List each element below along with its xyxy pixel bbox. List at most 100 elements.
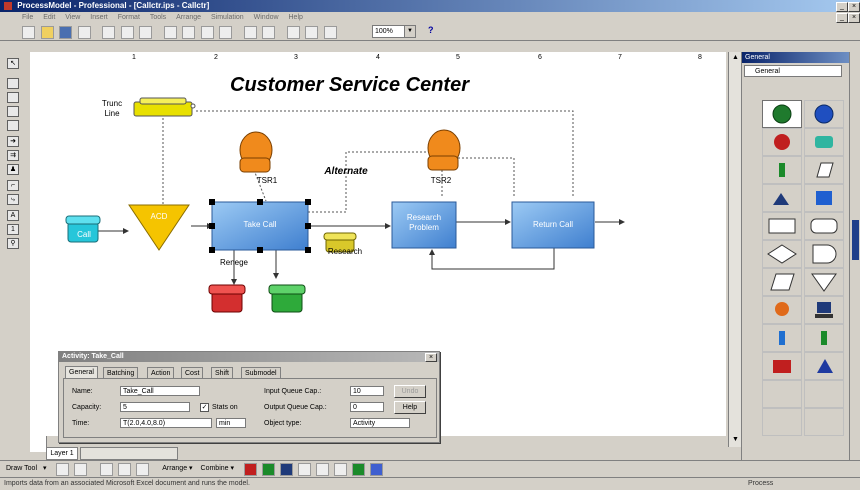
close-button[interactable]: × <box>848 2 860 12</box>
time-field[interactable]: T(2.0,4.0,8.0) <box>120 418 212 428</box>
zoom-tool-icon[interactable] <box>323 26 337 39</box>
palette-rectangle[interactable] <box>762 212 802 240</box>
paste-icon[interactable] <box>200 26 214 39</box>
fill-color-icon[interactable] <box>243 463 257 476</box>
palette-empty-2[interactable] <box>804 380 844 408</box>
palette-selector[interactable]: General <box>744 65 842 77</box>
palette-green-person[interactable] <box>762 156 802 184</box>
help-button[interactable]: Help <box>394 401 426 414</box>
tsr1-person-icon[interactable] <box>239 131 273 173</box>
time-unit-select[interactable]: min <box>216 418 246 428</box>
dock-tab-indicator[interactable] <box>852 220 859 260</box>
palette-parallelogram[interactable] <box>762 268 802 296</box>
connector-icon[interactable] <box>286 26 300 39</box>
menu-help[interactable]: Help <box>289 14 303 21</box>
palette-group-red[interactable] <box>762 352 802 380</box>
frame-tool-icon[interactable] <box>7 120 19 131</box>
trunk-line-icon[interactable] <box>133 97 196 117</box>
palette-operator[interactable] <box>762 296 802 324</box>
palette-parallelogram-doc[interactable] <box>804 156 844 184</box>
redo-icon[interactable] <box>262 26 276 39</box>
menu-insert[interactable]: Insert <box>90 14 108 21</box>
line-color-icon[interactable] <box>261 463 275 476</box>
cut-icon[interactable] <box>163 26 177 39</box>
format-painter-icon[interactable] <box>219 26 233 39</box>
arrange-menu[interactable]: Arrange <box>162 465 187 472</box>
align-right-icon[interactable] <box>136 463 150 476</box>
palette-teal-tag[interactable] <box>804 128 844 156</box>
box-tool-icon[interactable] <box>7 106 19 117</box>
scroll-down-icon[interactable]: ▼ <box>731 436 740 445</box>
connect-tool-icon[interactable]: ⌐ <box>7 180 19 191</box>
zoom-dropdown-icon[interactable]: ▼ <box>404 25 416 38</box>
capacity-field[interactable]: 5 <box>120 402 190 412</box>
output-queue-field[interactable]: 0 <box>350 402 384 412</box>
align-center-icon[interactable] <box>118 463 132 476</box>
palette-blue-box[interactable] <box>804 184 844 212</box>
text-tool-icon[interactable]: A <box>7 210 19 221</box>
font-color-icon[interactable] <box>279 463 293 476</box>
undo-icon[interactable] <box>243 26 257 39</box>
undo-button[interactable]: Undo <box>394 385 426 398</box>
palette-forklift[interactable] <box>762 184 802 212</box>
3d-style-icon[interactable] <box>369 463 383 476</box>
horizontal-scrollbar[interactable] <box>80 447 178 460</box>
pointer-tool-icon[interactable]: ↖ <box>7 58 19 69</box>
palette-empty-3[interactable] <box>762 408 802 436</box>
combine-menu[interactable]: Combine <box>201 465 229 472</box>
diagram-title[interactable]: Customer Service Center <box>230 74 469 97</box>
arrow-tool-icon[interactable]: ➜ <box>7 136 19 147</box>
palette-red-sphere[interactable] <box>762 128 802 156</box>
tsr2-person-icon[interactable] <box>427 129 461 171</box>
help-icon[interactable]: ? <box>428 25 438 36</box>
save-icon[interactable] <box>59 26 73 39</box>
dialog-close-button[interactable]: × <box>425 353 437 362</box>
scroll-up-icon[interactable]: ▲ <box>731 54 740 63</box>
spell-check-icon[interactable] <box>139 26 153 39</box>
magnify-tool-icon[interactable]: ⚲ <box>7 238 19 249</box>
new-icon[interactable] <box>22 26 35 39</box>
curve-tool-icon[interactable]: ⤷ <box>7 194 19 205</box>
rotate-icon[interactable] <box>74 463 88 476</box>
menu-arrange[interactable]: Arrange <box>176 14 201 21</box>
menu-window[interactable]: Window <box>254 14 279 21</box>
counter-tool-icon[interactable]: 1 <box>7 224 19 235</box>
rectangle-tool-icon[interactable] <box>7 78 19 89</box>
palette-green-walker[interactable] <box>804 324 844 352</box>
menu-view[interactable]: View <box>65 14 80 21</box>
print-preview-icon[interactable] <box>120 26 134 39</box>
menu-file[interactable]: File <box>22 14 33 21</box>
stats-on-checkbox[interactable]: ✓ <box>200 403 209 412</box>
palette-green-sphere[interactable] <box>762 100 802 128</box>
menu-edit[interactable]: Edit <box>43 14 55 21</box>
select-pointer-icon[interactable] <box>56 463 70 476</box>
vertical-scrollbar[interactable]: ▲ ▼ <box>728 52 742 447</box>
palette-rounded-rect[interactable] <box>804 212 844 240</box>
palette-delay-shape[interactable] <box>804 240 844 268</box>
palette-diamond[interactable] <box>762 240 802 268</box>
line-style-icon[interactable] <box>297 463 311 476</box>
rounded-rect-tool-icon[interactable] <box>7 92 19 103</box>
layer-tab[interactable]: Layer 1 <box>46 447 78 460</box>
palette-runner[interactable] <box>804 352 844 380</box>
palette-triangle[interactable] <box>804 268 844 296</box>
menu-format[interactable]: Format <box>118 14 140 21</box>
menu-tools[interactable]: Tools <box>150 14 166 21</box>
double-arrow-tool-icon[interactable]: ⇉ <box>7 150 19 161</box>
palette-blue-sphere[interactable] <box>804 100 844 128</box>
shadow-icon[interactable] <box>351 463 365 476</box>
green-phone-icon[interactable] <box>268 284 306 313</box>
palette-empty-4[interactable] <box>804 408 844 436</box>
arrow-style-icon[interactable] <box>333 463 347 476</box>
minimize-button[interactable]: _ <box>836 2 848 12</box>
input-queue-field[interactable]: 10 <box>350 386 384 396</box>
renege-red-phone-icon[interactable] <box>208 284 246 313</box>
open-icon[interactable] <box>40 26 54 39</box>
palette-computer[interactable] <box>804 296 844 324</box>
palette-empty-1[interactable] <box>762 380 802 408</box>
align-left-icon[interactable] <box>100 463 114 476</box>
name-field[interactable]: Take_Call <box>120 386 200 396</box>
line-tool-icon[interactable] <box>305 26 319 39</box>
dash-style-icon[interactable] <box>315 463 329 476</box>
palette-blue-person[interactable] <box>762 324 802 352</box>
